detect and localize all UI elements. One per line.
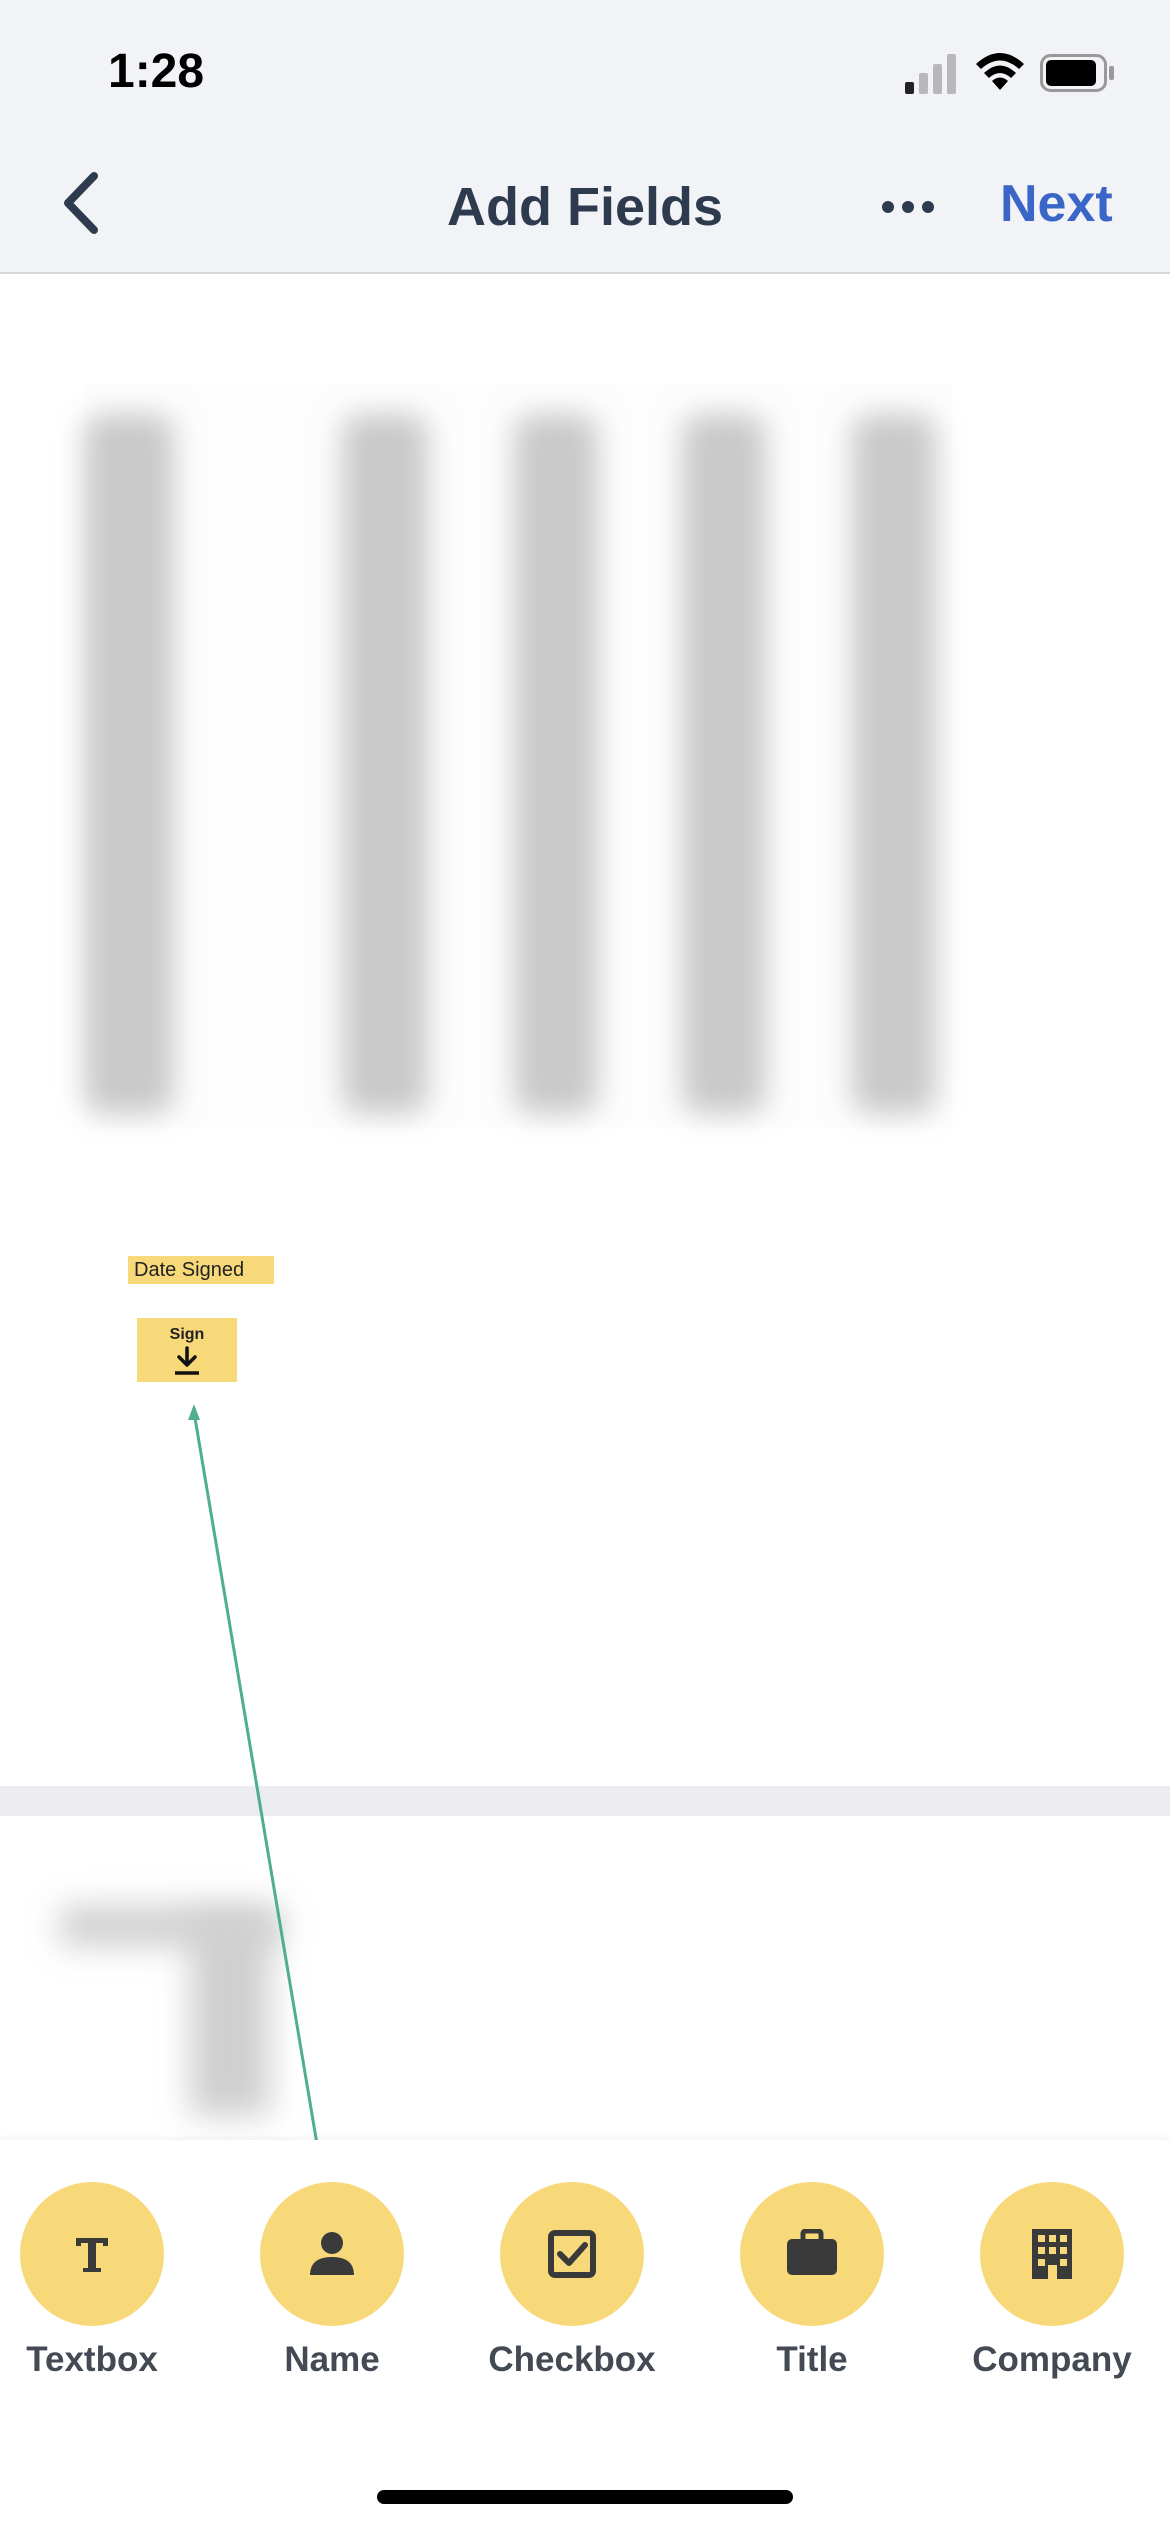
- company-label: Company: [972, 2340, 1132, 2379]
- title-tool-button[interactable]: Title: [712, 2182, 912, 2380]
- document-page: ‗‗‗‗ ‗‗‗‗ ‗‗‗‗ ‗‗‗‗ ‗‗‗‗ ‗‗‗‗ ‗‗‗‗ ‗‗‗‗ …: [0, 274, 1170, 1786]
- name-tool-button[interactable]: Name: [232, 2182, 432, 2380]
- checkbox-label: Checkbox: [488, 2340, 656, 2379]
- battery-icon: [1040, 54, 1114, 92]
- back-chevron-icon[interactable]: [50, 168, 120, 238]
- redacted-table: [84, 384, 952, 1128]
- name-label: Name: [284, 2340, 380, 2379]
- document-page-2: [0, 1816, 1170, 2140]
- next-button[interactable]: Next: [1000, 174, 1113, 234]
- status-bar: 1:28: [0, 0, 1170, 140]
- textbox-icon: [76, 2238, 108, 2272]
- date-signed-field[interactable]: Date Signed: [128, 1256, 274, 1284]
- textbox-tool-button[interactable]: Textbox: [0, 2182, 192, 2380]
- page-separator: [0, 1786, 1170, 1816]
- checkbox-icon: [548, 2230, 596, 2278]
- checkbox-tool-button[interactable]: Checkbox: [472, 2182, 672, 2380]
- cellular-signal-icon: [905, 54, 956, 94]
- home-indicator[interactable]: [377, 2490, 793, 2504]
- company-tool-button[interactable]: Company: [952, 2182, 1152, 2380]
- more-options-icon[interactable]: [878, 192, 938, 222]
- person-icon: [310, 2232, 354, 2275]
- page-title: Add Fields: [446, 177, 723, 237]
- status-time: 1:28: [108, 45, 205, 98]
- building-icon: [1032, 2229, 1072, 2279]
- wifi-icon: [976, 53, 1024, 90]
- field-toolbar: Textbox Name Checkbox Title Company: [0, 2140, 1170, 2532]
- briefcase-icon: [787, 2229, 837, 2275]
- signature-field[interactable]: Sign: [137, 1318, 237, 1382]
- title-label: Title: [776, 2340, 848, 2379]
- signature-field-label: Sign: [169, 1326, 205, 1343]
- textbox-label: Textbox: [26, 2340, 158, 2379]
- download-arrow-icon: [175, 1346, 199, 1375]
- navigation-bar: Add Fields Next: [0, 140, 1170, 274]
